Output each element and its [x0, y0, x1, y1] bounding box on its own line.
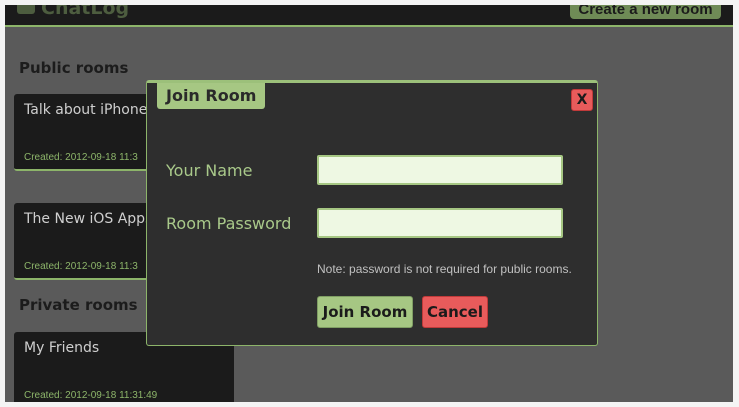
room-title: Talk about iPhone5 — [24, 102, 157, 118]
room-created-date: Created: 2012-09-18 11:3 — [24, 152, 138, 163]
room-created-date: Created: 2012-09-18 11:31:49 — [24, 390, 158, 401]
public-rooms-heading: Public rooms — [19, 59, 129, 77]
cancel-button[interactable]: Cancel — [422, 296, 488, 328]
join-room-button[interactable]: Join Room — [317, 296, 413, 328]
room-created-date: Created: 2012-09-18 11:3 — [24, 261, 138, 272]
join-room-dialog: Join Room X Your Name Room Password Note… — [146, 80, 598, 346]
dialog-title: Join Room — [157, 83, 266, 109]
close-button[interactable]: X — [571, 89, 593, 111]
password-label: Room Password — [166, 214, 292, 233]
name-input[interactable] — [317, 155, 563, 185]
private-rooms-heading: Private rooms — [19, 296, 138, 314]
room-title: My Friends — [24, 340, 100, 356]
room-title: The New iOS Apps — [24, 211, 153, 227]
app-logo[interactable]: ChatLog — [17, 5, 129, 19]
app-window: ChatLog Create a new room Public rooms T… — [5, 5, 733, 402]
logo-text: ChatLog — [41, 5, 130, 19]
chat-bubble-icon — [17, 5, 35, 14]
name-label: Your Name — [166, 161, 253, 180]
password-input[interactable] — [317, 208, 563, 238]
top-bar: ChatLog Create a new room — [5, 5, 733, 27]
password-note: Note: password is not required for publi… — [317, 262, 572, 276]
create-room-button[interactable]: Create a new room — [570, 5, 721, 19]
